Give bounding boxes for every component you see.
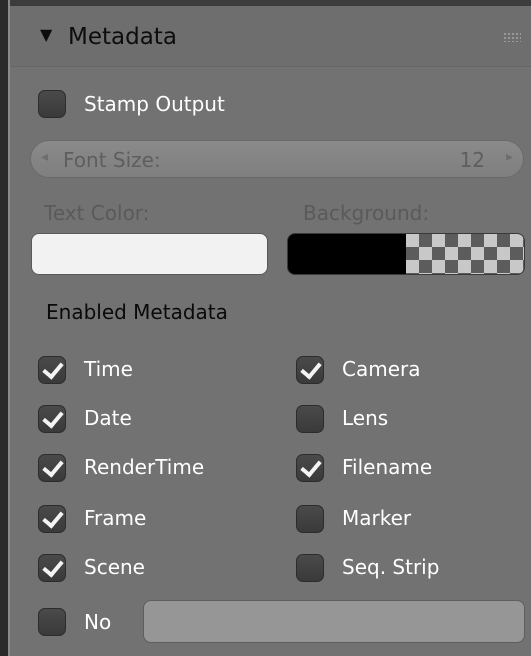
time-checkbox[interactable] [38,356,66,384]
filename-checkbox[interactable] [296,454,324,482]
panel-title: Metadata [68,24,177,50]
font-size-field[interactable]: ◂ Font Size: 12 ▸ [30,140,524,178]
lens-checkbox[interactable] [296,405,324,433]
panel-header[interactable]: ▼ Metadata [10,6,531,67]
seq-strip-label: Seq. Strip [342,555,440,579]
rendertime-checkbox[interactable] [38,454,66,482]
enabled-metadata-heading: Enabled Metadata [46,300,228,324]
drag-grip-icon[interactable] [503,32,521,42]
filename-label: Filename [342,455,433,479]
rendertime-label: RenderTime [84,455,205,479]
stamp-output-checkbox[interactable] [38,90,66,118]
alpha-checker-pattern [406,234,524,274]
decrement-arrow-icon[interactable]: ◂ [41,149,48,165]
frame-label: Frame [84,506,147,530]
text-color-label: Text Color: [44,201,150,225]
text-color-swatch[interactable] [31,233,268,275]
time-label: Time [84,357,133,381]
frame-checkbox[interactable] [38,505,66,533]
marker-checkbox[interactable] [296,505,324,533]
background-label: Background: [303,201,430,225]
note-checkbox[interactable] [38,608,66,636]
lens-label: Lens [342,406,389,430]
note-text-field[interactable] [143,600,525,643]
scene-label: Scene [84,555,145,579]
panel-left-edge [0,0,10,656]
marker-label: Marker [342,506,412,530]
scene-checkbox[interactable] [38,554,66,582]
camera-checkbox[interactable] [296,356,324,384]
font-size-value: 12 [459,148,485,172]
date-label: Date [84,406,132,430]
date-checkbox[interactable] [38,405,66,433]
camera-label: Camera [342,357,421,381]
background-color-swatch[interactable] [287,233,525,275]
stamp-output-label: Stamp Output [84,92,225,116]
seq-strip-checkbox[interactable] [296,554,324,582]
font-size-label: Font Size: [63,148,161,172]
note-label: No [84,610,112,634]
increment-arrow-icon[interactable]: ▸ [506,149,513,165]
metadata-panel: ▼ Metadata Stamp Output ◂ Font Size: 12 … [0,0,531,656]
collapse-triangle-icon[interactable]: ▼ [40,25,52,44]
